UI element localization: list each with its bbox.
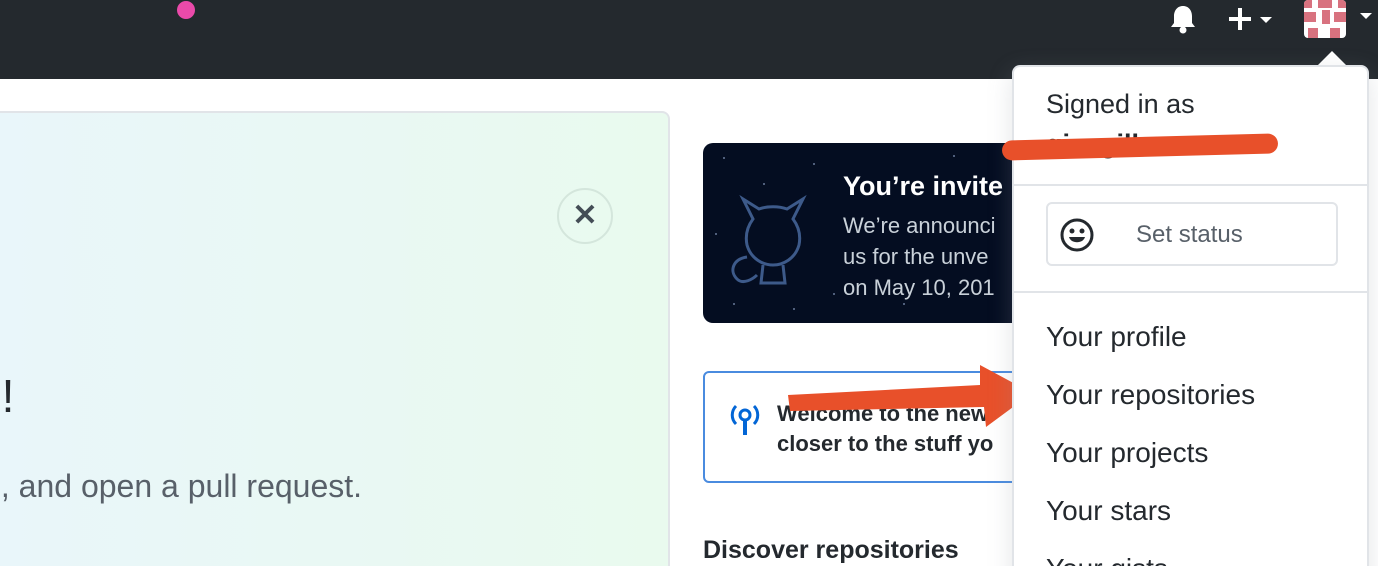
set-status-button[interactable]: Set status [1046,202,1338,266]
event-invite-card[interactable]: You’re invite We’re announci us for the … [703,143,1063,323]
discover-repositories-heading: Discover repositories [703,536,959,564]
redaction-mark [1001,133,1279,161]
hero-subtitle: ts, and open a pull request. [0,468,363,504]
smiley-icon [1060,218,1094,252]
avatar[interactable] [1304,0,1346,38]
menu-item-your-repositories[interactable]: Your repositories [1046,379,1255,411]
user-menu-toggle[interactable] [1304,0,1376,40]
signed-in-label: Signed in as [1046,89,1195,119]
invite-text: We’re announci us for the unve on May 10… [843,210,995,303]
menu-divider [1014,291,1367,293]
plus-icon [1229,8,1251,30]
invite-line: on May 10, 201 [843,275,995,300]
invite-line: us for the unve [843,244,989,269]
dropdown-caret [1317,51,1347,66]
user-dropdown-menu: Signed in as gi... gill...ee Set status … [1001,65,1369,566]
set-status-label: Set status [1136,221,1243,248]
menu-item-your-gists[interactable]: Your gists [1046,553,1168,566]
invite-line: We’re announci [843,213,996,238]
broadcast-icon [730,404,760,435]
invite-title: You’re invite [843,171,1004,201]
octocat-icon [731,194,807,285]
chevron-down-icon [1360,13,1372,19]
menu-item-your-projects[interactable]: Your projects [1046,437,1208,469]
bell-icon[interactable] [1166,2,1200,36]
menu-item-your-profile[interactable]: Your profile [1046,321,1187,353]
dismiss-button[interactable]: ✕ [557,188,613,244]
onboarding-hero-card: ✕ e! ts, and open a pull request. [0,111,670,566]
chevron-down-icon [1260,17,1272,23]
menu-divider [1014,184,1367,186]
annotation-arrow-icon [788,365,1032,427]
hero-title: e! [0,370,15,422]
notification-indicator-dot[interactable] [174,0,198,22]
create-new-menu[interactable] [1226,2,1276,36]
menu-item-your-stars[interactable]: Your stars [1046,495,1171,527]
